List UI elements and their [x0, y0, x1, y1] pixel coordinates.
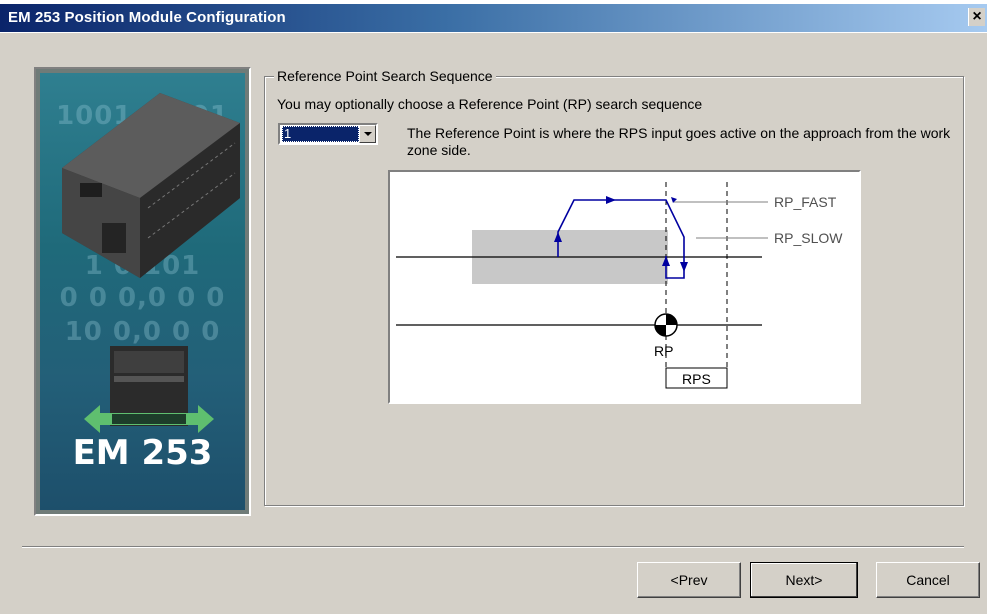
rp-sequence-select[interactable]: 1: [278, 123, 378, 145]
group-legend: Reference Point Search Sequence: [274, 68, 496, 84]
path-arrow: [606, 196, 616, 204]
rp-search-diagram: RP_FAST RP_SLOW RP RPS: [388, 170, 861, 404]
path-arrow: [680, 262, 688, 272]
rp-slow-label: RP_SLOW: [774, 230, 843, 246]
rp-description: The Reference Point is where the RPS inp…: [407, 125, 951, 158]
module-illustration: 1001 1 101 1 0 101 0 0 0,0 0 0 10 0,0 0 …: [40, 73, 245, 510]
button-divider: [22, 546, 964, 548]
rp-fast-label: RP_FAST: [774, 194, 837, 210]
title-bar: EM 253 Position Module Configuration ×: [0, 0, 987, 33]
prev-button[interactable]: <Prev: [637, 562, 741, 598]
close-icon[interactable]: ×: [968, 8, 985, 26]
window-title: EM 253 Position Module Configuration: [8, 9, 286, 26]
cancel-button[interactable]: Cancel: [876, 562, 980, 598]
rp-sequence-value: 1: [282, 126, 359, 142]
module-illustration-panel: 1001 1 101 1 0 101 0 0 0,0 0 0 10 0,0 0 …: [34, 67, 251, 516]
rps-label: RPS: [682, 371, 711, 387]
chevron-down-icon[interactable]: [359, 125, 376, 143]
next-button[interactable]: Next>: [750, 562, 858, 598]
rp-search-diagram-svg: RP_FAST RP_SLOW RP RPS: [396, 182, 843, 389]
module-name-label: EM 253: [72, 433, 213, 473]
rp-hint-text: You may optionally choose a Reference Po…: [277, 96, 703, 112]
rp-label: RP: [654, 343, 673, 359]
